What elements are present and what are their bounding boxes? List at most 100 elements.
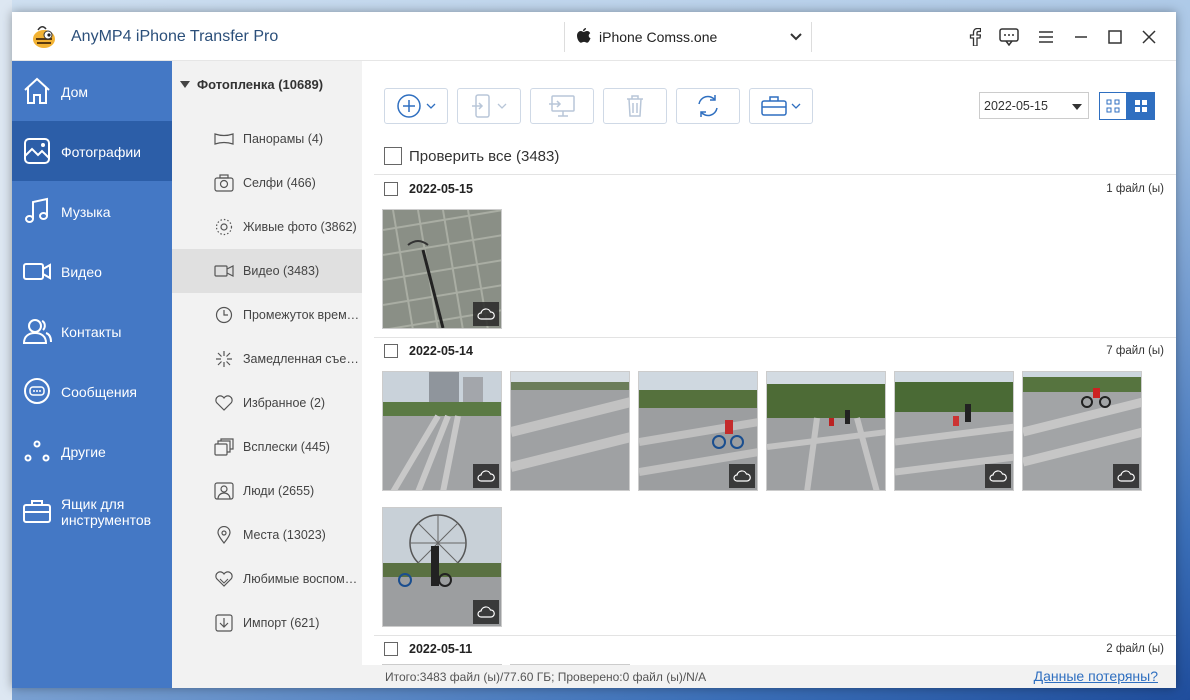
- tree-item-people[interactable]: Люди (2655): [172, 469, 362, 513]
- slowmo-icon: [216, 351, 232, 367]
- tree-item-label: Избранное (2): [243, 396, 326, 410]
- toolbox-icon: [761, 96, 787, 116]
- tree-header[interactable]: Фотопленка (10689): [180, 77, 323, 92]
- cloud-icon: [473, 600, 499, 624]
- cloud-icon: [729, 464, 755, 488]
- status-bar: Итого:3483 файл (ы)/77.60 ГБ; Проверено:…: [362, 665, 1176, 688]
- video-thumbnail[interactable]: [1022, 371, 1142, 491]
- tree-item-label: Импорт (621): [243, 616, 320, 630]
- divider: [374, 635, 1176, 636]
- export-to-pc-button[interactable]: [530, 88, 594, 124]
- tree-item-label: Видео (3483): [243, 264, 320, 278]
- device-selector[interactable]: iPhone Comss.one: [564, 22, 812, 52]
- title-bar: AnyMP4 iPhone Transfer Pro iPhone Comss.…: [12, 12, 1176, 61]
- check-all-checkbox[interactable]: [384, 147, 402, 165]
- date-group-header: 2022-05-14 7 файл (ы): [384, 342, 1164, 360]
- data-lost-link[interactable]: Данные потеряны?: [1034, 668, 1158, 684]
- tree-item-label: Люди (2655): [243, 484, 315, 498]
- sidebar-item-home[interactable]: Дом: [12, 61, 172, 121]
- sync-button[interactable]: [676, 88, 740, 124]
- small-grid-view-button[interactable]: [1099, 92, 1127, 120]
- sidebar-item-messages[interactable]: Сообщения: [12, 361, 172, 421]
- tree-item-memories[interactable]: Любимые воспоминания: [172, 557, 362, 601]
- close-icon[interactable]: [1138, 26, 1160, 48]
- delete-button[interactable]: [603, 88, 667, 124]
- add-icon: [397, 94, 421, 118]
- video-thumbnail[interactable]: [894, 371, 1014, 491]
- tree-item-panoramas[interactable]: Панорамы (4): [172, 117, 362, 161]
- tree-item-favorites[interactable]: Избранное (2): [172, 381, 362, 425]
- cloud-icon: [473, 302, 499, 326]
- group-checkbox[interactable]: [384, 182, 398, 196]
- tree-item-import[interactable]: Импорт (621): [172, 601, 362, 645]
- sync-icon: [698, 95, 718, 117]
- tree-item-label: Промежуток времени: [243, 308, 361, 322]
- heart-icon: [215, 395, 233, 411]
- status-summary: Итого:3483 файл (ы)/77.60 ГБ; Проверено:…: [385, 670, 707, 684]
- check-all-label: Проверить все (3483): [409, 147, 560, 165]
- divider: [374, 174, 1176, 175]
- app-logo-icon: [33, 26, 55, 48]
- contacts-icon: [22, 319, 52, 344]
- export-to-device-button[interactable]: [457, 88, 521, 124]
- add-button[interactable]: [384, 88, 448, 124]
- large-grid-view-button[interactable]: [1127, 92, 1155, 120]
- tree-item-timelapse[interactable]: Промежуток времени: [172, 293, 362, 337]
- group-checkbox[interactable]: [384, 642, 398, 656]
- date-select[interactable]: 2022-05-15: [979, 92, 1089, 119]
- video-thumbnail[interactable]: [638, 371, 758, 491]
- maximize-icon[interactable]: [1104, 26, 1126, 48]
- date-group-header: 2022-05-11 2 файл (ы): [384, 640, 1164, 658]
- video-thumbnail[interactable]: [510, 371, 630, 491]
- messages-icon: [24, 378, 50, 404]
- tree-item-videos[interactable]: Видео (3483): [172, 249, 362, 293]
- sidebar-item-others[interactable]: Другие: [12, 421, 172, 481]
- apple-icon: [577, 28, 591, 43]
- sidebar-item-label: Музыка: [61, 204, 111, 220]
- tree-item-bursts[interactable]: Всплески (445): [172, 425, 362, 469]
- timelapse-icon: [215, 306, 233, 324]
- tree-item-label: Любимые воспоминания: [243, 572, 361, 586]
- minimize-icon[interactable]: [1070, 26, 1092, 48]
- video-thumbnail[interactable]: [382, 209, 502, 329]
- video-thumbnail[interactable]: [766, 371, 886, 491]
- cloud-icon: [985, 464, 1011, 488]
- video-thumbnail[interactable]: [382, 371, 502, 491]
- cloud-icon: [1113, 464, 1139, 488]
- group-count: 7 файл (ы): [1106, 345, 1164, 357]
- delete-icon: [627, 95, 643, 117]
- check-all[interactable]: Проверить все (3483): [384, 147, 559, 165]
- tree-item-places[interactable]: Места (13023): [172, 513, 362, 557]
- date-select-value: 2022-05-15: [984, 99, 1048, 113]
- toolbox-button[interactable]: [749, 88, 813, 124]
- sidebar-item-label: Видео: [61, 264, 102, 280]
- feedback-icon[interactable]: [998, 26, 1020, 48]
- selfie-icon: [214, 174, 234, 192]
- tree-item-live-photos[interactable]: Живые фото (3862): [172, 205, 362, 249]
- live-photo-icon: [215, 218, 233, 236]
- group-date: 2022-05-11: [409, 642, 473, 656]
- sidebar-item-toolbox[interactable]: Ящик для инструментов: [12, 481, 172, 541]
- menu-icon[interactable]: [1035, 26, 1057, 48]
- tree-item-slowmo[interactable]: Замедленная съемка: [172, 337, 362, 381]
- main-content: 2022-05-15 Проверить все (3483) 2022-05-…: [362, 61, 1176, 688]
- tree-item-label: Места (13023): [243, 528, 326, 542]
- date-group-header: 2022-05-15 1 файл (ы): [384, 180, 1164, 198]
- sidebar-item-music[interactable]: Музыка: [12, 181, 172, 241]
- dropdown-arrow-icon: [1072, 104, 1082, 110]
- small-grid-icon: [1106, 99, 1120, 113]
- tree-item-selfies[interactable]: Селфи (466): [172, 161, 362, 205]
- app-title: AnyMP4 iPhone Transfer Pro: [71, 28, 279, 45]
- group-checkbox[interactable]: [384, 344, 398, 358]
- video-thumbnail[interactable]: [382, 507, 502, 627]
- cloud-icon: [473, 464, 499, 488]
- sidebar-item-label: Дом: [61, 84, 89, 100]
- sidebar-item-contacts[interactable]: Контакты: [12, 301, 172, 361]
- tree-item-label: Всплески (445): [243, 440, 330, 454]
- tree-header-label: Фотопленка (10689): [197, 77, 324, 92]
- group-date: 2022-05-15: [409, 182, 473, 196]
- sidebar-item-photos[interactable]: Фотографии: [12, 121, 172, 181]
- sidebar-item-video[interactable]: Видео: [12, 241, 172, 301]
- facebook-icon[interactable]: [964, 26, 986, 48]
- tree-item-label: Живые фото (3862): [243, 220, 357, 234]
